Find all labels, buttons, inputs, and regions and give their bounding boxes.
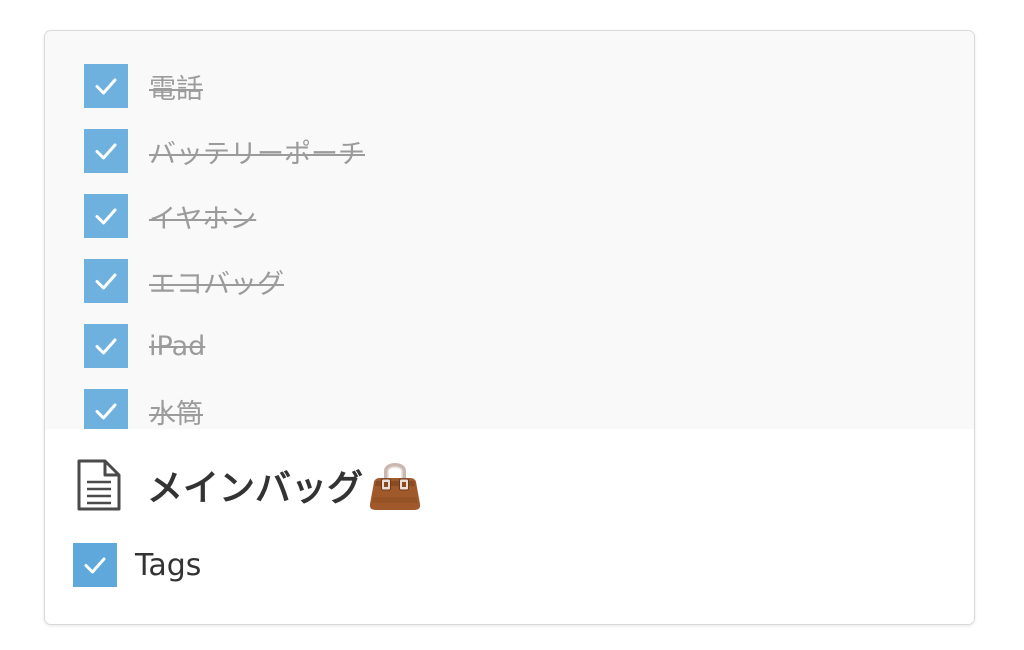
check-icon: [95, 273, 117, 290]
page-title-row[interactable]: メインバッグ: [75, 457, 423, 513]
tags-checkbox[interactable]: [73, 543, 117, 587]
tags-label: Tags: [135, 547, 202, 583]
check-icon: [95, 208, 117, 225]
checkbox-checked[interactable]: [84, 64, 128, 108]
gallery-card[interactable]: 電話 バッテリーポーチ イヤホン エコバッグ iPad 水筒 メインバッグ Ta…: [44, 30, 975, 625]
todo-item-earphones: イヤホン: [84, 194, 256, 238]
todo-item-water-bottle: 水筒: [84, 389, 203, 430]
checkbox-checked[interactable]: [84, 324, 128, 368]
checkbox-checked[interactable]: [84, 194, 128, 238]
handbag-icon: [367, 457, 423, 513]
document-icon: [75, 458, 123, 512]
todo-item-battery-pouch: バッテリーポーチ: [84, 129, 365, 173]
check-icon: [95, 78, 117, 95]
todo-label: 電話: [149, 73, 203, 105]
checkbox-checked[interactable]: [84, 389, 128, 429]
check-icon: [84, 557, 106, 574]
todo-label: バッテリーポーチ: [149, 138, 365, 170]
todo-item-phone: 電話: [84, 64, 203, 108]
checkbox-checked[interactable]: [84, 129, 128, 173]
check-icon: [95, 338, 117, 355]
todo-label: 水筒: [149, 398, 203, 430]
check-icon: [95, 403, 117, 420]
checkbox-checked[interactable]: [84, 259, 128, 303]
tags-property: Tags: [73, 543, 201, 587]
check-icon: [95, 143, 117, 160]
card-info: メインバッグ Tags: [45, 429, 974, 624]
card-preview: 電話 バッテリーポーチ イヤホン エコバッグ iPad 水筒: [45, 31, 974, 430]
todo-item-ipad: iPad: [84, 324, 205, 368]
todo-label: イヤホン: [149, 203, 257, 235]
todo-label: エコバッグ: [149, 268, 284, 300]
todo-item-eco-bag: エコバッグ: [84, 259, 284, 303]
todo-label: iPad: [149, 330, 206, 362]
page-title: メインバッグ: [147, 468, 364, 509]
